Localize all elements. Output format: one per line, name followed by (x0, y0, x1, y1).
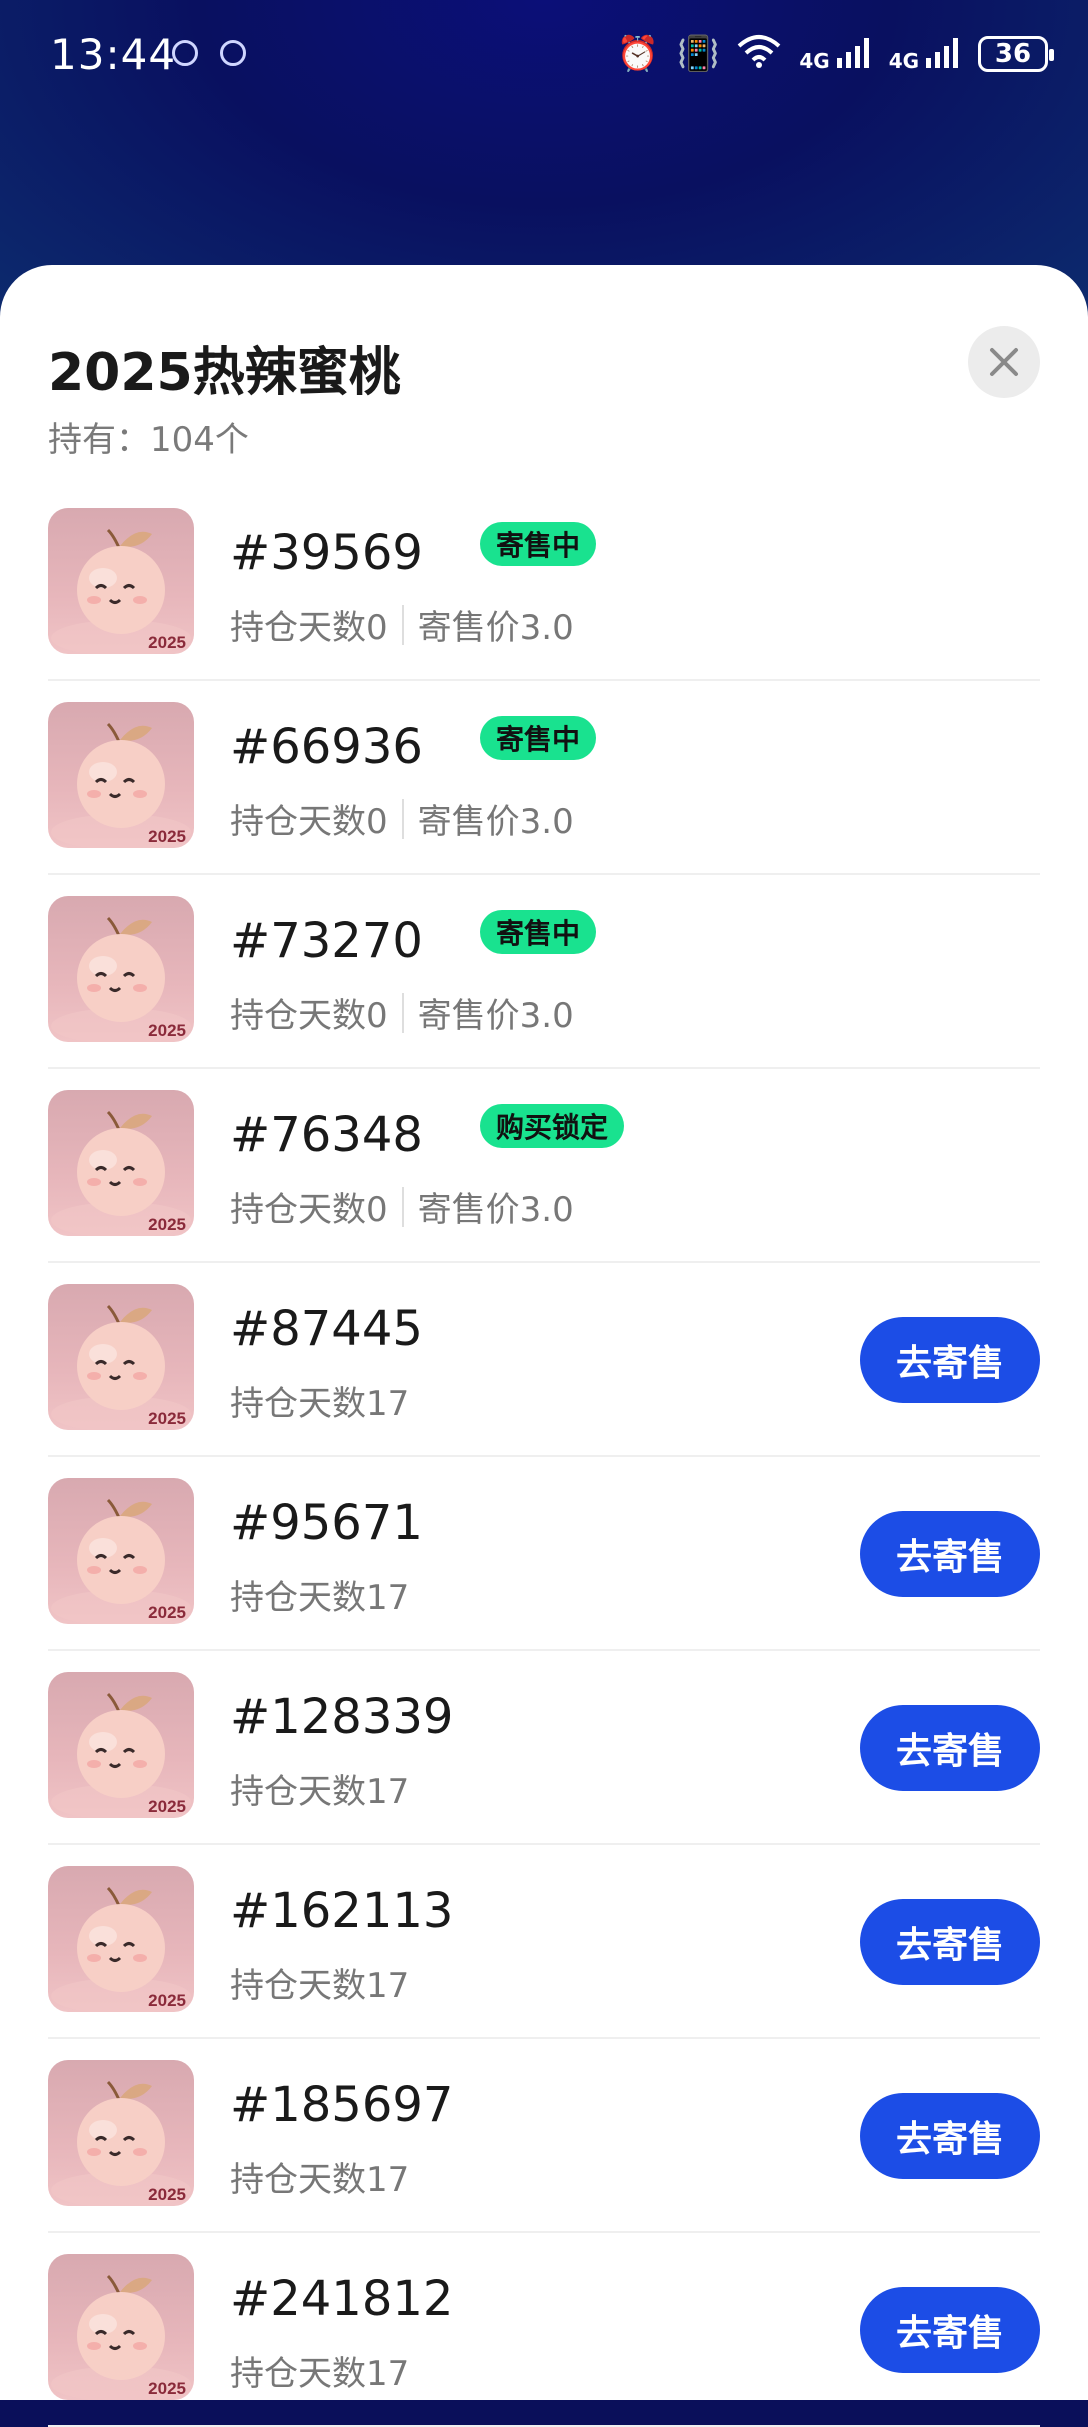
thumb-year-label: 2025 (148, 1021, 186, 1040)
holding-count: 持有：104个 (48, 420, 249, 460)
sheet-title: 2025热辣蜜桃 (48, 343, 401, 403)
meta-divider (401, 992, 404, 1033)
consign-price: 寄售价3.0 (417, 802, 574, 842)
alarm-icon: ⏰ (616, 34, 660, 74)
status-badge: 寄售中 (480, 522, 597, 566)
item-meta: 持仓天数0 寄售价3.0 (230, 600, 574, 649)
consign-button[interactable]: 去寄售 (860, 1511, 1040, 1597)
network-type: 4G (888, 48, 920, 73)
item-number: #162113 (230, 1883, 454, 1939)
item-number: #39569 (230, 525, 423, 581)
item-meta: 持仓天数17 (230, 1570, 409, 1619)
notification-icon (172, 40, 198, 66)
list-item[interactable]: 2025 #162113 持仓天数17 去寄售 (48, 1845, 1040, 2039)
holding-days: 持仓天数17 (230, 1772, 410, 1812)
item-number: #128339 (230, 1689, 454, 1745)
thumb-year-label: 2025 (148, 633, 186, 652)
list-item[interactable]: 2025 #87445 持仓天数17 去寄售 (48, 1263, 1040, 1457)
item-number: #185697 (230, 2077, 454, 2133)
close-button[interactable] (968, 326, 1040, 398)
peach-thumbnail: 2025 (48, 508, 194, 654)
item-meta: 持仓天数17 (230, 2346, 409, 2395)
thumb-year-label: 2025 (148, 1215, 186, 1234)
item-meta: 持仓天数0 寄售价3.0 (230, 1182, 574, 1231)
item-number: #73270 (230, 913, 423, 969)
holding-days: 持仓天数17 (230, 1384, 410, 1424)
peach-thumbnail: 2025 (48, 896, 194, 1042)
peach-thumbnail: 2025 (48, 1284, 194, 1430)
network-type: 4G (799, 48, 830, 73)
vibrate-icon: 📳 (677, 34, 720, 74)
list-item[interactable]: 2025 #185697 持仓天数17 去寄售 (48, 2039, 1040, 2233)
cell-signal-icon: 4G (799, 37, 870, 73)
status-time: 13:44 (50, 30, 177, 79)
holding-days: 持仓天数0 (230, 802, 388, 842)
peach-thumbnail: 2025 (48, 1866, 194, 2012)
item-number: #87445 (230, 1301, 423, 1357)
holding-days: 持仓天数0 (230, 608, 388, 648)
item-meta: 持仓天数17 (230, 1376, 409, 1425)
status-bar: 13:44 ⏰ 📳 4G 4G 36 (0, 0, 1088, 112)
close-icon (990, 348, 1018, 376)
thumb-year-label: 2025 (148, 2379, 186, 2398)
list-item[interactable]: 2025 #76348 购买锁定 持仓天数0 寄售价3.0 (48, 1069, 1040, 1263)
thumb-year-label: 2025 (148, 1603, 186, 1622)
item-meta: 持仓天数0 寄售价3.0 (230, 988, 574, 1037)
status-badge: 寄售中 (480, 910, 597, 954)
item-number: #76348 (230, 1107, 423, 1163)
consign-button[interactable]: 去寄售 (860, 1317, 1040, 1403)
thumb-year-label: 2025 (148, 1991, 186, 2010)
peach-thumbnail: 2025 (48, 702, 194, 848)
holding-days: 持仓天数17 (230, 1966, 410, 2006)
notification-icon (220, 40, 246, 66)
holding-days: 持仓天数17 (230, 1578, 410, 1618)
meta-divider (401, 1186, 404, 1227)
holding-days: 持仓天数0 (230, 996, 388, 1036)
wifi-icon (737, 34, 781, 74)
item-meta: 持仓天数17 (230, 1958, 409, 2007)
list-item[interactable]: 2025 #241812 持仓天数17 去寄售 (48, 2233, 1040, 2427)
status-badge: 寄售中 (480, 716, 597, 760)
holding-days: 持仓天数17 (230, 2160, 410, 2200)
peach-thumbnail: 2025 (48, 1090, 194, 1236)
consign-price: 寄售价3.0 (417, 608, 574, 648)
battery-icon: 36 (978, 36, 1054, 72)
consign-button[interactable]: 去寄售 (860, 2093, 1040, 2179)
consign-button[interactable]: 去寄售 (860, 1899, 1040, 1985)
consign-button[interactable]: 去寄售 (860, 2287, 1040, 2373)
thumb-year-label: 2025 (148, 827, 186, 846)
peach-thumbnail: 2025 (48, 1672, 194, 1818)
status-badge: 购买锁定 (480, 1104, 625, 1148)
list-item[interactable]: 2025 #73270 寄售中 持仓天数0 寄售价3.0 (48, 875, 1040, 1069)
item-meta: 持仓天数17 (230, 1764, 409, 1813)
thumb-year-label: 2025 (148, 2185, 186, 2204)
list-item[interactable]: 2025 #128339 持仓天数17 去寄售 (48, 1651, 1040, 1845)
meta-divider (401, 798, 404, 839)
cell-signal-icon: 4G (888, 37, 960, 73)
item-number: #66936 (230, 719, 423, 775)
item-list: 2025 #39569 寄售中 持仓天数0 寄售价3.0 2025 #66936… (48, 487, 1040, 2427)
item-number: #95671 (230, 1495, 423, 1551)
item-number: #241812 (230, 2271, 454, 2327)
battery-level: 36 (994, 39, 1032, 69)
item-meta: 持仓天数0 寄售价3.0 (230, 794, 574, 843)
consign-price: 寄售价3.0 (417, 996, 574, 1036)
meta-divider (401, 604, 404, 645)
peach-thumbnail: 2025 (48, 2060, 194, 2206)
status-icons: ⏰ 📳 4G 4G 36 (616, 34, 1054, 74)
peach-thumbnail: 2025 (48, 1478, 194, 1624)
list-item[interactable]: 2025 #95671 持仓天数17 去寄售 (48, 1457, 1040, 1651)
consign-price: 寄售价3.0 (417, 1190, 574, 1230)
peach-thumbnail: 2025 (48, 2254, 194, 2400)
holding-days: 持仓天数17 (230, 2354, 410, 2394)
item-meta: 持仓天数17 (230, 2152, 409, 2201)
holding-days: 持仓天数0 (230, 1190, 388, 1230)
thumb-year-label: 2025 (148, 1409, 186, 1428)
consign-button[interactable]: 去寄售 (860, 1705, 1040, 1791)
list-item[interactable]: 2025 #66936 寄售中 持仓天数0 寄售价3.0 (48, 681, 1040, 875)
list-item[interactable]: 2025 #39569 寄售中 持仓天数0 寄售价3.0 (48, 487, 1040, 681)
thumb-year-label: 2025 (148, 1797, 186, 1816)
